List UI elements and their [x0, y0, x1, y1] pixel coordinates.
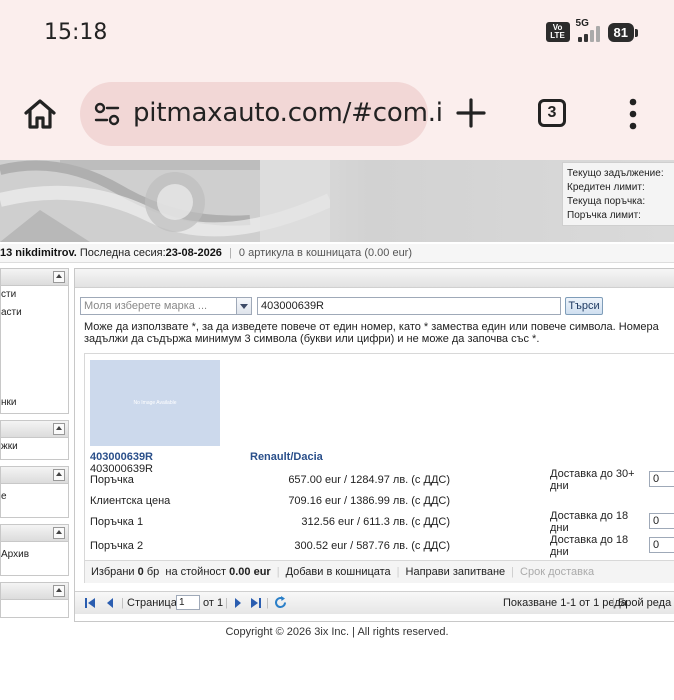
rows-per-page-label: Брой реда на	[618, 597, 674, 609]
part-brand: Renault/Dacia	[250, 451, 323, 463]
price-value: 709.16 eur / 1386.99 лв. (с ДДС)	[288, 495, 450, 507]
first-page-icon[interactable]	[85, 598, 95, 608]
search-panel: Моля изберете марка ... 403000639R Търси…	[74, 268, 674, 622]
prev-page-icon[interactable]	[105, 598, 115, 608]
account-summary: Текущо задължение: Кредитен лимит: Текущ…	[562, 162, 674, 226]
address-bar[interactable]: pitmaxauto.com/#com.i	[80, 82, 443, 146]
add-to-cart-button[interactable]: Добави в кошницата	[280, 566, 397, 578]
quantity-input[interactable]: 0	[649, 537, 674, 553]
page-total: от 1	[203, 597, 224, 609]
delivery-term: Доставка до 30+ дни	[550, 468, 635, 492]
no-image-text: No Image Available	[133, 400, 177, 406]
result-footer: Избрани 0 бр на стойност 0.00 eur | Добави…	[85, 560, 674, 583]
part-number-link[interactable]: 403000639R	[90, 451, 153, 463]
price-value: 657.00 eur / 1284.97 лв. (с ДДС)	[288, 474, 450, 486]
part-number-input[interactable]: 403000639R	[257, 297, 561, 315]
result-card: No Image Available 403000639R 403000639R…	[84, 353, 674, 583]
order-limit-label: Поръчка лимит:	[567, 210, 641, 221]
network-type: 5G	[575, 18, 589, 29]
credit-limit-label: Кредитен лимит:	[567, 182, 645, 193]
more-menu-icon[interactable]	[628, 98, 638, 130]
clock: 15:18	[44, 20, 108, 45]
last-page-icon[interactable]	[251, 598, 261, 608]
chevron-down-icon[interactable]	[236, 298, 251, 314]
status-bar: 15:18 Vo LTE 5G 81	[0, 0, 674, 68]
price-row: Поръчка 2 300.52 eur / 587.76 лв. (с ДДС…	[90, 534, 674, 562]
inquiry-button[interactable]: Направи запитване	[400, 566, 512, 578]
session-date: 23-08-2026	[165, 247, 222, 259]
collapse-icon[interactable]	[53, 585, 65, 597]
sidebar-panel-3: е	[0, 466, 69, 518]
collapse-icon[interactable]	[53, 271, 65, 283]
current-order-label: Текуща поръчка:	[567, 196, 646, 207]
delivery-term: Доставка до 18 дни	[550, 534, 629, 558]
next-page-icon[interactable]	[233, 598, 243, 608]
page-label: Страница	[127, 597, 177, 609]
sidebar-item-archive[interactable]: Архив	[1, 546, 68, 564]
sidebar-item[interactable]: жки	[1, 438, 68, 456]
session-label: Последна сесия:	[79, 247, 166, 259]
search-button[interactable]: Търси	[565, 297, 603, 315]
quantity-input[interactable]: 0	[649, 513, 674, 529]
copyright: Copyright © 2026 3ix Inc. | All rights r…	[225, 626, 449, 638]
price-row-label: Поръчка 1	[90, 516, 144, 528]
signal-icon: 5G	[576, 18, 600, 42]
selected-summary: Избрани 0 бр на стойност 0.00 eur	[91, 566, 271, 578]
price-value: 312.56 eur / 611.3 лв. (с ДДС)	[301, 516, 450, 528]
sidebar-item[interactable]: сти	[1, 286, 68, 304]
battery-icon: 81	[607, 22, 639, 42]
delivery-term: Доставка до 18 дни	[550, 510, 629, 534]
sidebar-item[interactable]: е	[1, 488, 68, 506]
price-value: 300.52 eur / 587.76 лв. (с ДДС)	[294, 540, 450, 552]
sidebar-item[interactable]: асти	[1, 304, 68, 322]
price-row-label: Поръчка 2	[90, 540, 144, 552]
part-image: No Image Available	[90, 360, 220, 446]
refresh-icon[interactable]	[274, 596, 287, 609]
cart-summary-link[interactable]: 0 артикула в кошницата (0.00 eur)	[239, 247, 412, 259]
web-page: Текущо задължение: Кредитен лимит: Текущ…	[0, 160, 674, 700]
volte-icon: Vo LTE	[545, 22, 570, 42]
tab-switcher-button[interactable]: 3	[538, 99, 566, 127]
sidebar-panel-5	[0, 582, 69, 618]
delivery-term-button[interactable]: Срок доставка	[514, 566, 600, 578]
sidebar-item[interactable]: нки	[1, 394, 68, 412]
collapse-icon[interactable]	[53, 527, 65, 539]
collapse-icon[interactable]	[53, 423, 65, 435]
brand-select-placeholder: Моля изберете марка ...	[84, 300, 208, 312]
brand-select[interactable]: Моля изберете марка ...	[80, 297, 252, 315]
quantity-input[interactable]: 0	[649, 471, 674, 487]
new-tab-icon[interactable]	[456, 98, 486, 128]
search-hint: Може да използвате *, за да изведете пов…	[84, 321, 659, 345]
pagination-bar: | Страница 1 от 1 | | Показване 1-1 от 1…	[75, 591, 674, 614]
user-info-bar: 13 nikdimitrov. Последна сесия:23-08-202…	[0, 244, 674, 263]
username: 13 nikdimitrov.	[0, 247, 77, 259]
price-row-label: Поръчка	[90, 474, 134, 486]
page-number-input[interactable]: 1	[176, 595, 200, 610]
sidebar-panel-1: сти асти нки	[0, 268, 69, 414]
rows-display-info: Показване 1-1 от 1 реда	[503, 597, 627, 609]
browser-toolbar: pitmaxauto.com/#com.i 3	[0, 68, 674, 160]
price-row: Поръчка 657.00 eur / 1284.97 лв. (с ДДС)…	[90, 468, 674, 496]
price-row-label: Клиентска цена	[90, 495, 171, 507]
sidebar-panel-4: Архив	[0, 524, 69, 576]
collapse-icon[interactable]	[53, 469, 65, 481]
panel-header	[75, 269, 674, 288]
sidebar-panel-2: жки	[0, 420, 69, 460]
status-icons: Vo LTE 5G 81	[545, 18, 639, 42]
sidebar: сти асти нки жки е Архив	[0, 268, 69, 624]
site-settings-icon[interactable]	[94, 102, 120, 126]
home-icon[interactable]	[22, 96, 58, 132]
header-banner: Текущо задължение: Кредитен лимит: Текущ…	[0, 160, 674, 242]
url-text[interactable]: pitmaxauto.com/#com.i	[133, 98, 443, 128]
banner-image	[0, 160, 330, 242]
current-debt-label: Текущо задължение:	[567, 168, 664, 179]
